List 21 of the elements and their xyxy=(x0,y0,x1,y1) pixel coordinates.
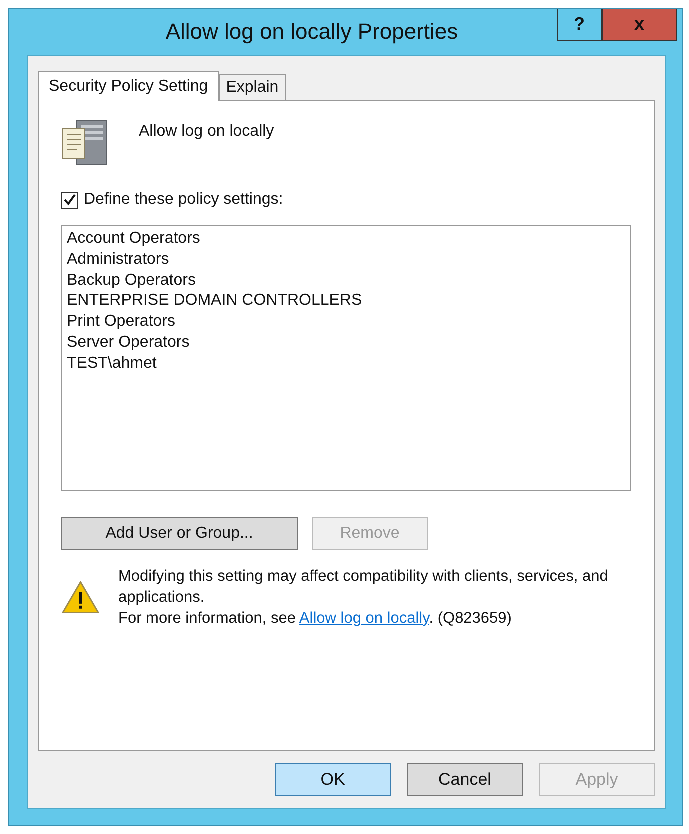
warning-icon xyxy=(61,580,100,616)
dialog-button[interactable]: Cancel xyxy=(407,763,523,796)
warning-text: Modifying this setting may affect compatibility with clients, services, and applications. For more information, see Allow log on locally. (Q823659) xyxy=(118,567,610,629)
list-item[interactable]: Server Operators xyxy=(67,332,625,354)
list-item[interactable]: TEST\ahmet xyxy=(67,354,625,375)
checkbox[interactable] xyxy=(61,192,78,208)
tab[interactable]: Explain xyxy=(219,74,286,100)
list-item[interactable]: Backup Operators xyxy=(67,270,625,292)
tab[interactable]: Security Policy Setting xyxy=(38,71,220,101)
list-item[interactable]: Account Operators xyxy=(67,229,625,250)
help-button[interactable]: ? xyxy=(557,9,602,41)
checkbox-label: Define these policy settings: xyxy=(84,191,284,209)
policy-name: Allow log on locally xyxy=(139,122,274,141)
list-item[interactable]: ENTERPRISE DOMAIN CONTROLLERS xyxy=(67,291,625,312)
help-link[interactable]: Allow log on locally xyxy=(299,610,430,627)
list-item[interactable]: Print Operators xyxy=(67,312,625,333)
window-title: Allow log on locally Properties xyxy=(164,18,460,45)
list-item[interactable]: Administrators xyxy=(67,250,625,271)
dialog-button[interactable]: OK xyxy=(275,763,391,796)
list-button[interactable]: Add User or Group... xyxy=(61,517,298,550)
close-button[interactable]: x xyxy=(602,9,677,41)
